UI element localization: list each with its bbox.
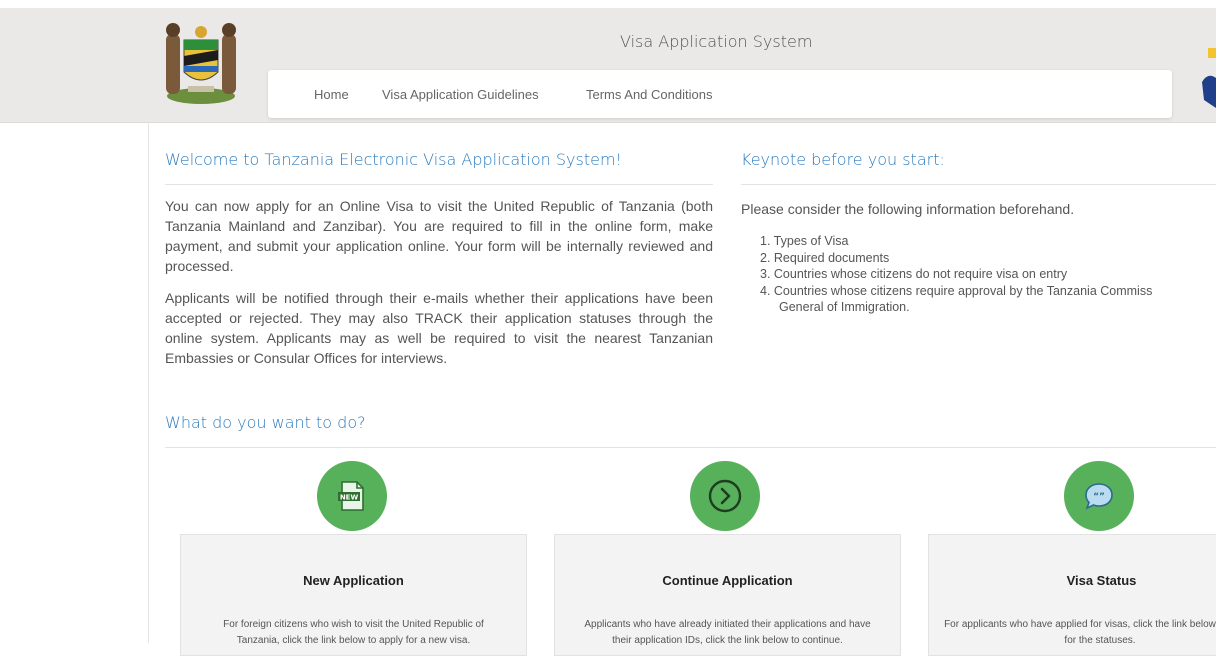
actions-title: What do you want to do? <box>165 413 366 432</box>
keynote-item-visa-free-countries[interactable]: 3. Countries whose citizens do not requi… <box>760 266 1152 283</box>
new-document-icon[interactable]: NEW <box>317 461 387 531</box>
chat-bubble-icon[interactable]: “” <box>1064 461 1134 531</box>
top-strip <box>0 0 1216 8</box>
svg-text:“”: “” <box>1093 492 1105 502</box>
welcome-paragraph-1: You can now apply for an Online Visa to … <box>165 198 713 274</box>
chevron-right-circle-icon[interactable] <box>690 461 760 531</box>
welcome-title: Welcome to Tanzania Electronic Visa Appl… <box>165 150 622 169</box>
nav-visa-guidelines[interactable]: Visa Application Guidelines <box>382 87 539 102</box>
card-continue-application-title: Continue Application <box>662 573 793 588</box>
card-new-application-desc: For foreign citizens who wish to visit t… <box>223 619 484 646</box>
nav-home[interactable]: Home <box>314 87 349 102</box>
svg-text:NEW: NEW <box>340 494 359 502</box>
card-new-application[interactable]: New Application For foreign citizens who… <box>180 534 527 656</box>
card-new-application-title: New Application <box>303 573 404 588</box>
content-border <box>148 122 149 643</box>
welcome-paragraph-2: Applicants will be notified through thei… <box>165 290 713 366</box>
site-header: Visa Application System Home Visa Applic… <box>0 8 1216 123</box>
keynote-item-approval-countries-cont: General of Immigration. <box>779 300 910 314</box>
card-continue-application[interactable]: Continue Application Applicants who have… <box>554 534 901 656</box>
card-visa-status-desc: For applicants who have applied for visa… <box>944 619 1216 646</box>
actions-divider <box>165 447 1216 448</box>
keynote-item-types-of-visa[interactable]: 1. Types of Visa <box>760 233 1152 250</box>
keynote-intro: Please consider the following informatio… <box>741 201 1075 217</box>
welcome-divider <box>165 184 713 185</box>
card-visa-status[interactable]: Visa Status For applicants who have appl… <box>928 534 1216 656</box>
card-continue-application-desc: Applicants who have already initiated th… <box>584 619 871 646</box>
main-navbar: Home Visa Application Guidelines Terms A… <box>268 70 1172 118</box>
keynote-title: Keynote before you start: <box>741 150 945 169</box>
keynote-list: 1. Types of Visa 2. Required documents 3… <box>760 233 1152 316</box>
card-visa-status-title: Visa Status <box>1066 573 1137 588</box>
keynote-item-approval-countries[interactable]: 4. Countries whose citizens require appr… <box>760 283 1152 300</box>
keynote-divider <box>741 184 1216 185</box>
coat-of-arms-icon <box>166 23 236 104</box>
flag-emblem-icon <box>1202 48 1216 108</box>
keynote-item-required-documents[interactable]: 2. Required documents <box>760 250 1152 267</box>
nav-terms-conditions[interactable]: Terms And Conditions <box>586 87 712 102</box>
site-title: Visa Application System <box>620 32 813 51</box>
